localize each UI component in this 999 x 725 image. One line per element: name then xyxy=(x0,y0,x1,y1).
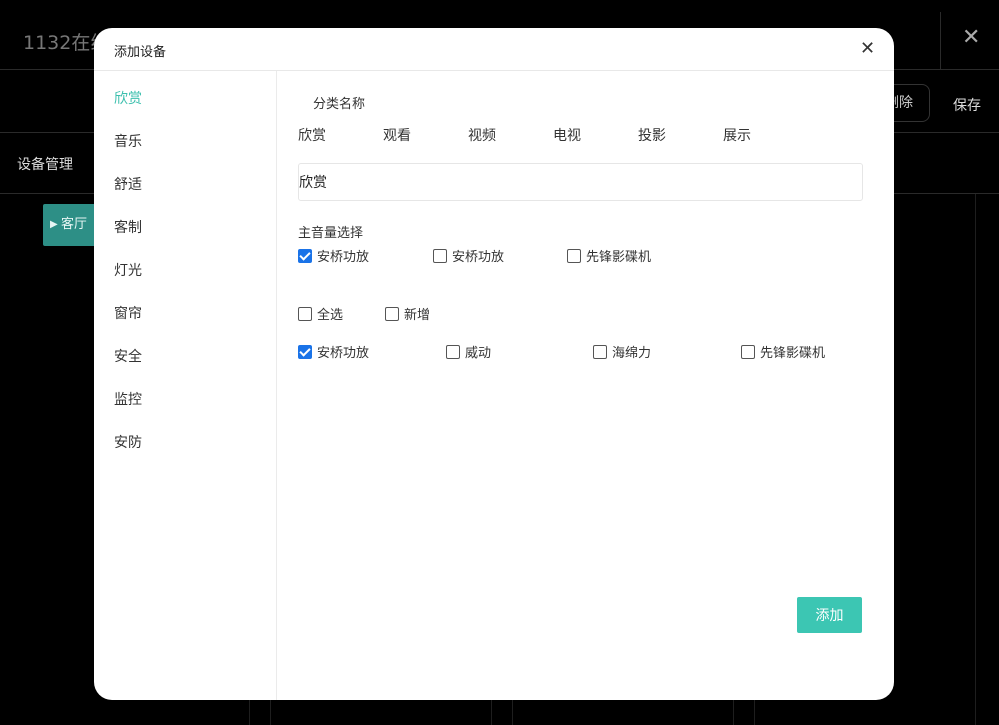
checkbox-label: 海绵力 xyxy=(612,346,652,361)
modal-title: 添加设备 xyxy=(114,45,167,60)
sidebar-item-music[interactable]: 音乐 xyxy=(114,131,142,151)
checkbox-icon[interactable] xyxy=(298,307,312,321)
device-management-label: 设备管理 xyxy=(17,157,73,173)
modal-header: 添加设备 ✕ xyxy=(94,28,894,71)
checkbox-icon[interactable] xyxy=(433,249,447,263)
add-new-checkbox[interactable]: 新增 xyxy=(385,304,430,323)
device-checkbox[interactable]: 海绵力 xyxy=(593,342,651,361)
category-sidebar: 欣赏 音乐 舒适 客制 灯光 窗帘 安全 监控 安防 xyxy=(94,71,277,700)
checkbox-icon[interactable] xyxy=(446,345,460,359)
checkbox-label: 先锋影碟机 xyxy=(760,346,826,361)
category-option[interactable]: 欣赏 xyxy=(298,125,326,145)
select-all-checkbox[interactable]: 全选 xyxy=(298,304,343,323)
device-checkbox[interactable]: 先锋影碟机 xyxy=(741,342,825,361)
checkbox-label: 安桥功放 xyxy=(317,250,370,265)
sidebar-item-comfort[interactable]: 舒适 xyxy=(114,174,142,194)
main-volume-checkbox[interactable]: 安桥功放 xyxy=(298,246,369,265)
checkbox-icon[interactable] xyxy=(567,249,581,263)
add-button[interactable]: 添加 xyxy=(797,597,862,633)
sidebar-item-lighting[interactable]: 灯光 xyxy=(114,260,142,280)
sidebar-item-appreciate[interactable]: 欣赏 xyxy=(114,88,142,108)
category-name-label: 分类名称 xyxy=(313,97,366,112)
main-volume-label: 主音量选择 xyxy=(298,226,364,241)
checkbox-label: 威动 xyxy=(465,346,492,361)
category-option[interactable]: 观看 xyxy=(383,125,411,145)
header-divider xyxy=(940,12,941,70)
checkbox-icon[interactable] xyxy=(593,345,607,359)
category-option[interactable]: 电视 xyxy=(553,125,581,145)
checkbox-label: 全选 xyxy=(317,308,344,323)
main-volume-checkbox[interactable]: 安桥功放 xyxy=(433,246,504,265)
main-volume-checkbox[interactable]: 先锋影碟机 xyxy=(567,246,651,265)
app-close-icon[interactable]: ✕ xyxy=(962,27,980,49)
category-option[interactable]: 展示 xyxy=(723,125,751,145)
category-option[interactable]: 视频 xyxy=(468,125,496,145)
checkbox-label: 新增 xyxy=(404,308,431,323)
save-button[interactable]: 保存 xyxy=(953,95,981,115)
add-device-modal: 添加设备 ✕ 欣赏 音乐 舒适 客制 灯光 窗帘 安全 监控 安防 分类名称 欣… xyxy=(94,28,894,700)
sidebar-item-safety[interactable]: 安全 xyxy=(114,346,142,366)
sidebar-item-security[interactable]: 安防 xyxy=(114,432,142,452)
checkbox-checked-icon[interactable] xyxy=(298,249,312,263)
sidebar-item-monitor[interactable]: 监控 xyxy=(114,389,142,409)
checkbox-icon[interactable] xyxy=(385,307,399,321)
close-icon[interactable]: ✕ xyxy=(860,39,875,59)
checkbox-checked-icon[interactable] xyxy=(298,345,312,359)
modal-content: 分类名称 欣赏 观看 视频 电视 投影 展示 主音量选择 安桥功放 安桥功放 先… xyxy=(278,71,894,700)
device-checkbox[interactable]: 安桥功放 xyxy=(298,342,369,361)
sidebar-item-curtain[interactable]: 窗帘 xyxy=(114,303,142,323)
category-option[interactable]: 投影 xyxy=(638,125,666,145)
checkbox-label: 先锋影碟机 xyxy=(586,250,652,265)
category-name-input[interactable] xyxy=(298,163,863,201)
checkbox-label: 安桥功放 xyxy=(452,250,505,265)
checkbox-label: 安桥功放 xyxy=(317,346,370,361)
checkbox-icon[interactable] xyxy=(741,345,755,359)
sidebar-item-custom[interactable]: 客制 xyxy=(114,217,142,237)
column-divider xyxy=(975,194,976,725)
device-checkbox[interactable]: 威动 xyxy=(446,342,491,361)
